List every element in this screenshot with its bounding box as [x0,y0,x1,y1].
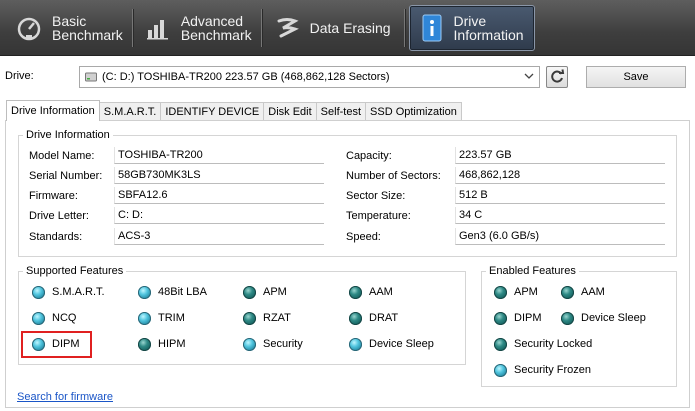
feature-hipm: HIPM [138,335,186,353]
temperature-label: Temperature: [346,210,411,222]
status-indicator-icon [138,311,151,325]
feature-trim: TRIM [138,309,185,327]
feature-security: Security [243,335,303,353]
sector-size-value: 512 B [455,187,665,204]
tab-ssd-optimization[interactable]: SSD Optimization [365,102,462,120]
enabled-apm: APM [494,283,538,301]
drive-info-icon [418,13,446,43]
model-name-label: Model Name: [29,150,95,162]
nav-drive-information-line1: Drive [453,12,487,29]
dipm-highlight-box [21,331,92,358]
refresh-button[interactable] [546,66,568,88]
status-indicator-icon [243,285,256,299]
status-indicator-icon [138,285,151,299]
drive-letter-value: C: D: [114,207,324,224]
speed-label: Speed: [346,231,381,243]
status-indicator-icon [494,363,507,377]
standards-label: Standards: [29,231,83,243]
enabled-device-sleep: Device Sleep [561,309,646,327]
status-indicator-icon [32,311,45,325]
drive-label: Drive: [5,70,34,82]
feature-48bit-lba: 48Bit LBA [138,283,207,301]
top-navigation: Basic Benchmark Advanced Benchmark Data … [0,0,695,56]
status-indicator-icon [138,337,151,351]
feature-ncq: NCQ [32,309,76,327]
status-indicator-icon [243,337,256,351]
supported-features-title: Supported Features [23,265,127,277]
speed-value: Gen3 (6.0 GB/s) [455,228,665,245]
speedometer-icon [14,13,44,43]
temperature-value: 34 C [455,207,665,224]
drive-select[interactable]: (C: D:) TOSHIBA-TR200 223.57 GB (468,862… [79,66,540,88]
sector-size-label: Sector Size: [346,190,406,202]
chevron-down-icon [524,71,534,81]
bar-chart-icon [143,13,173,43]
nav-basic-benchmark-line1: Basic [52,12,87,29]
capacity-label: Capacity: [346,150,392,162]
tab-smart[interactable]: S.M.A.R.T. [98,102,162,120]
save-button[interactable]: Save [586,66,686,88]
feature-aam: AAM [349,283,393,301]
feature-drat: DRAT [349,309,398,327]
firmware-value: SBFA12.6 [114,187,324,204]
tab-drive-information[interactable]: Drive Information [6,100,100,121]
serial-number-value: 58GB730MK3LS [114,167,324,184]
feature-rzat: RZAT [243,309,291,327]
feature-device-sleep: Device Sleep [349,335,434,353]
sectors-value: 468,862,128 [455,167,665,184]
status-indicator-icon [349,285,362,299]
firmware-label: Firmware: [29,190,78,202]
nav-drive-information[interactable]: Drive Information [408,4,535,51]
eraser-icon [272,13,302,43]
status-indicator-icon [32,285,45,299]
status-indicator-icon [349,337,362,351]
drive-letter-label: Drive Letter: [29,210,89,222]
standards-value: ACS-3 [114,228,324,245]
feature-apm: APM [243,283,287,301]
enabled-aam: AAM [561,283,605,301]
nav-drive-information-line2: Information [453,26,524,43]
enabled-dipm: DIPM [494,309,542,327]
enabled-security-frozen: Security Frozen [494,361,591,379]
drive-select-value: (C: D:) TOSHIBA-TR200 223.57 GB (468,862… [102,71,390,83]
status-indicator-icon [561,311,574,325]
tab-strip: Drive Information S.M.A.R.T. IDENTIFY DE… [6,100,462,121]
tab-disk-edit[interactable]: Disk Edit [263,102,317,120]
nav-data-erasing-label: Data Erasing [309,19,391,36]
nav-data-erasing[interactable]: Data Erasing [262,5,405,51]
model-name-value: TOSHIBA-TR200 [114,147,324,164]
status-indicator-icon [561,285,574,299]
sectors-label: Number of Sectors: [346,170,441,182]
status-indicator-icon [349,311,362,325]
enabled-features-title: Enabled Features [486,265,579,277]
tab-identify-device[interactable]: IDENTIFY DEVICE [160,102,265,120]
drive-icon [85,71,97,83]
tab-self-test[interactable]: Self-test [315,102,367,120]
nav-advanced-benchmark[interactable]: Advanced Benchmark [133,5,262,51]
nav-advanced-benchmark-line2: Benchmark [180,26,252,43]
enabled-security-locked: Security Locked [494,335,592,353]
nav-basic-benchmark-line2: Benchmark [52,26,123,43]
feature-smart: S.M.A.R.T. [32,283,105,301]
search-firmware-link[interactable]: Search for firmware [17,391,113,403]
drive-info-title: Drive Information [23,129,113,141]
serial-number-label: Serial Number: [29,170,103,182]
refresh-icon [549,68,565,87]
status-indicator-icon [494,337,507,351]
nav-basic-benchmark[interactable]: Basic Benchmark [6,5,133,51]
status-indicator-icon [494,285,507,299]
status-indicator-icon [494,311,507,325]
status-indicator-icon [243,311,256,325]
capacity-value: 223.57 GB [455,147,665,164]
nav-advanced-benchmark-line1: Advanced [180,12,244,29]
